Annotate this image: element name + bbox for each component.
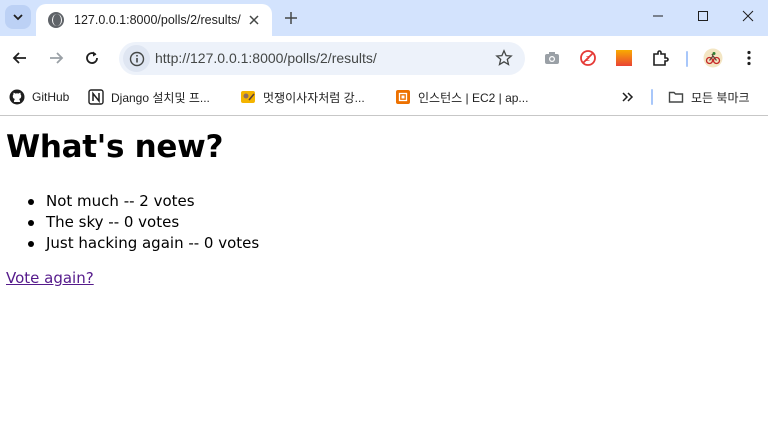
block-icon: 2 [580, 50, 596, 66]
svg-text:2: 2 [586, 55, 590, 63]
browser-toolbar: http://127.0.0.1:8000/polls/2/results/ 2 [0, 36, 768, 80]
more-bookmarks-button[interactable] [620, 87, 636, 107]
gradient-square-icon [616, 50, 632, 66]
more-vertical-icon [747, 50, 751, 66]
aws-icon [395, 89, 411, 105]
close-icon [742, 10, 754, 22]
list-item: Not much -- 2 votes [22, 191, 259, 212]
info-icon [129, 51, 144, 66]
bookmark-label: 멋쟁이사자처럼 강... [263, 90, 365, 105]
bookmarks-divider [651, 89, 653, 105]
page-title: What's new? [6, 129, 224, 165]
arrow-left-icon [12, 52, 26, 64]
puzzle-icon [653, 50, 669, 66]
camera-icon [545, 52, 559, 64]
bookmark-github[interactable]: GitHub [9, 87, 69, 107]
toolbar-divider [686, 51, 688, 67]
active-tab[interactable]: 127.0.0.1:8000/polls/2/results/ [36, 4, 272, 36]
extensions-button[interactable] [650, 48, 670, 68]
folder-icon [668, 89, 684, 105]
bookmark-ec2[interactable]: 인스턴스 | EC2 | ap... [395, 87, 528, 107]
close-icon[interactable] [246, 12, 262, 28]
minimize-button[interactable] [636, 4, 680, 28]
star-icon[interactable] [495, 49, 513, 67]
url-text[interactable]: http://127.0.0.1:8000/polls/2/results/ [155, 50, 377, 66]
all-bookmarks-label: 모든 북마크 [691, 90, 750, 105]
lion-icon [240, 89, 256, 105]
reload-button[interactable] [82, 48, 102, 68]
bookmark-likelion[interactable]: 멋쟁이사자처럼 강... [240, 87, 365, 107]
bookmarks-bar: GitHub Django 설치및 프... 멋쟁이사자처럼 강... 인스턴스… [0, 80, 768, 116]
github-icon [9, 89, 25, 105]
page-content: What's new? Not much -- 2 votes The sky … [0, 117, 768, 434]
avatar [703, 48, 723, 68]
profile-button[interactable] [703, 48, 723, 68]
arrow-right-icon [50, 52, 64, 64]
close-window-button[interactable] [726, 4, 768, 28]
maximize-button[interactable] [681, 4, 725, 28]
forward-button[interactable] [46, 48, 66, 68]
blocker-extension[interactable]: 2 [578, 48, 598, 68]
color-extension[interactable] [614, 48, 634, 68]
tab-title: 127.0.0.1:8000/polls/2/results/ [74, 13, 241, 27]
address-bar[interactable]: http://127.0.0.1:8000/polls/2/results/ [119, 42, 525, 75]
bookmark-label: GitHub [32, 90, 70, 104]
bookmark-label: Django 설치및 프... [111, 90, 210, 105]
title-bar: 127.0.0.1:8000/polls/2/results/ [0, 0, 768, 36]
results-list: Not much -- 2 votes The sky -- 0 votes J… [22, 191, 259, 254]
site-info-button[interactable] [123, 45, 150, 72]
globe-icon [48, 12, 64, 28]
bookmark-label: 인스턴스 | EC2 | ap... [418, 90, 529, 105]
vote-again-link[interactable]: Vote again? [6, 269, 94, 287]
all-bookmarks-button[interactable]: 모든 북마크 [668, 87, 750, 107]
notion-icon [88, 89, 104, 105]
minimize-icon [653, 15, 663, 17]
screenshot-extension[interactable] [542, 48, 562, 68]
bookmark-django[interactable]: Django 설치및 프... [88, 87, 210, 107]
list-item: Just hacking again -- 0 votes [22, 233, 259, 254]
chevron-down-icon [13, 14, 23, 21]
reload-icon [86, 51, 98, 64]
list-item: The sky -- 0 votes [22, 212, 259, 233]
new-tab-icon[interactable] [281, 8, 301, 28]
maximize-icon [698, 11, 708, 21]
double-chevron-right-icon [622, 92, 634, 102]
menu-button[interactable] [739, 48, 759, 68]
back-button[interactable] [10, 48, 30, 68]
tab-search-button[interactable] [5, 5, 31, 29]
